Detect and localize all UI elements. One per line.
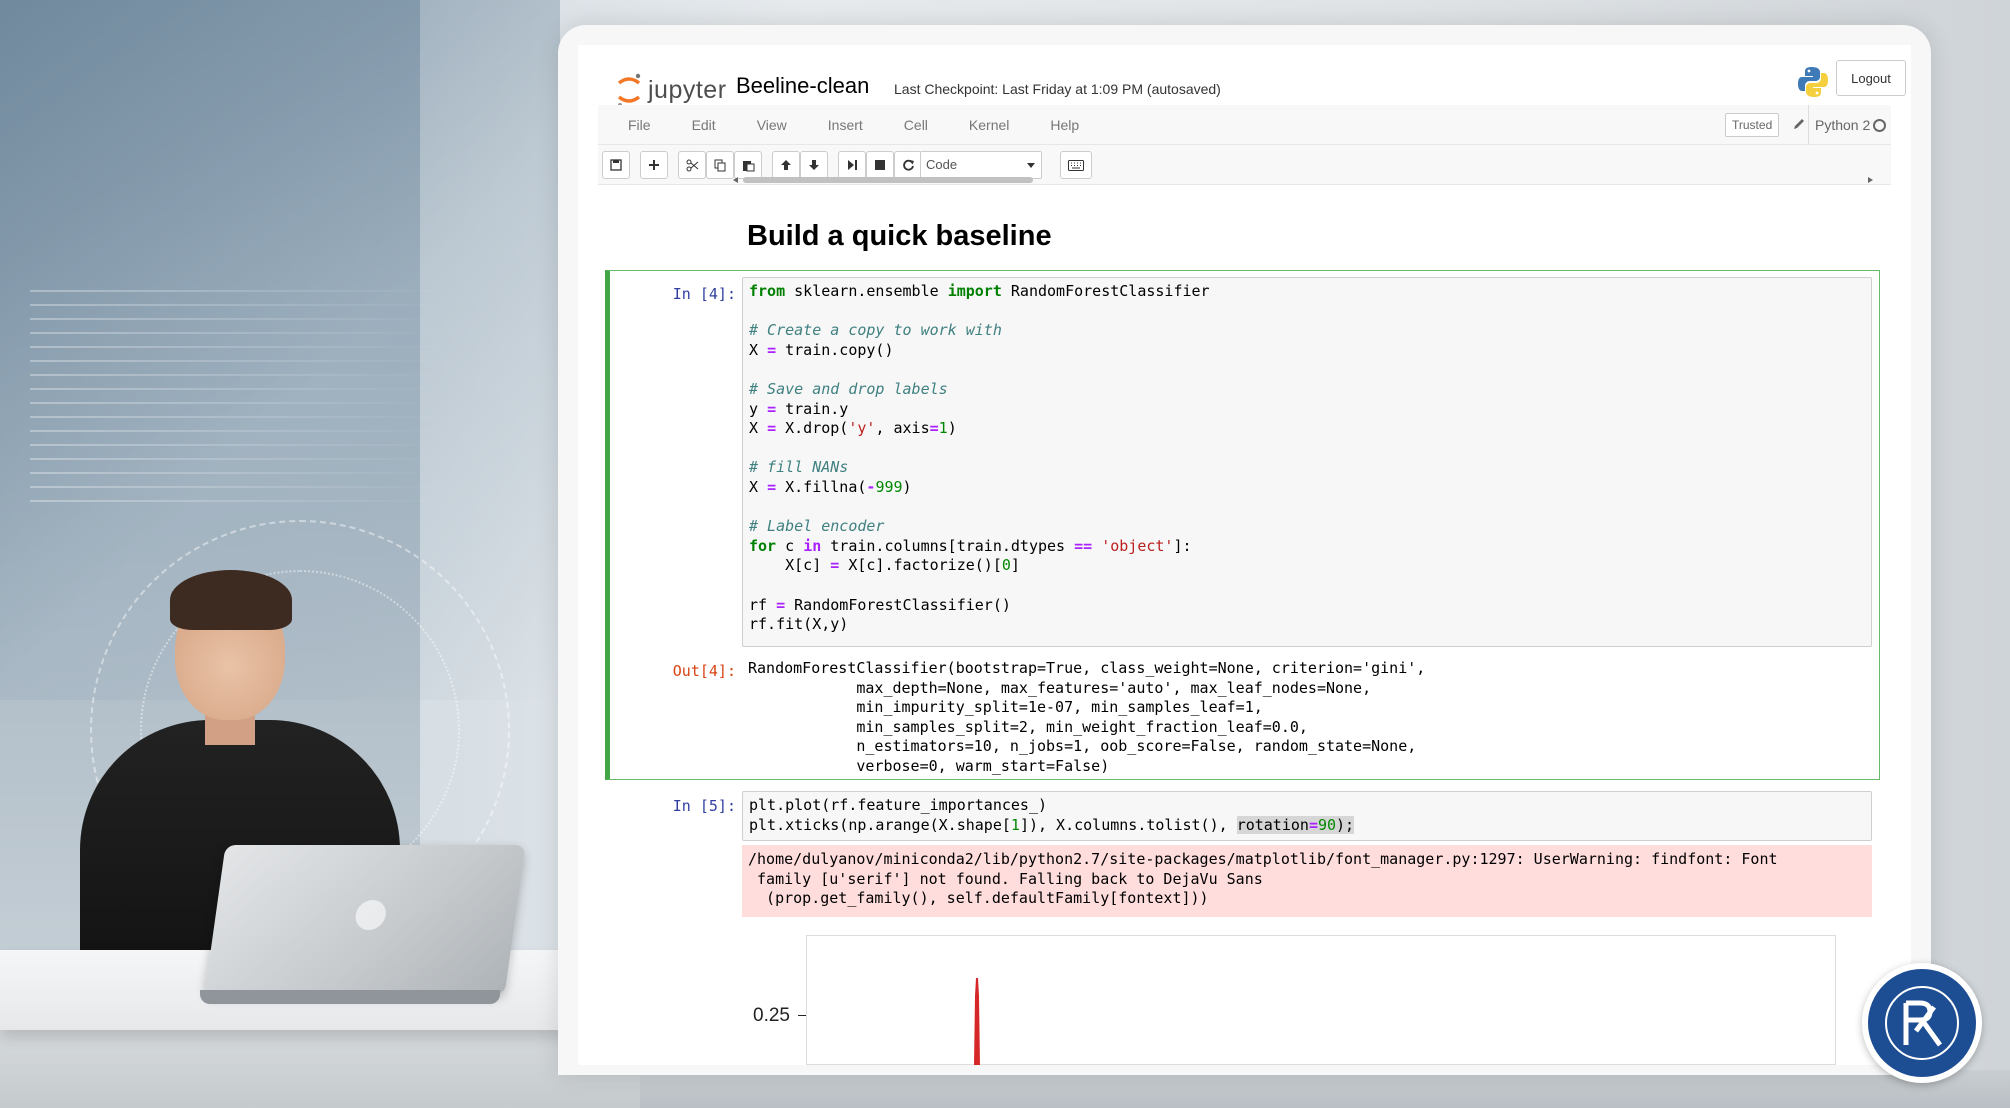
menu-cell[interactable]: Cell [884, 105, 949, 145]
kernel-name[interactable]: Python 2 [1808, 105, 1870, 145]
stop-icon [875, 160, 885, 170]
studio-background-lines [30, 290, 450, 510]
in-prompt-5: In [5]: [672, 797, 736, 815]
scroll-left-icon[interactable] [733, 177, 738, 183]
desk-base [0, 1025, 640, 1108]
cell-4-input[interactable]: from sklearn.ensemble import RandomFores… [742, 277, 1872, 647]
horizontal-scrollbar[interactable] [733, 175, 1873, 183]
cell-5-code[interactable]: plt.plot(rf.feature_importances_) plt.xt… [743, 792, 1871, 839]
save-button[interactable] [602, 151, 630, 179]
out-prompt-4: Out[4]: [672, 662, 736, 680]
cell-4-code[interactable]: from sklearn.ensemble import RandomFores… [743, 278, 1871, 639]
cell-5-input[interactable]: plt.plot(rf.feature_importances_) plt.xt… [742, 791, 1872, 841]
markdown-heading: Build a quick baseline [747, 220, 1052, 252]
python-logo-icon [1798, 67, 1828, 97]
copy-icon [714, 159, 725, 171]
logout-button[interactable]: Logout [1836, 60, 1906, 96]
menu-items: File Edit View Insert Cell Kernel Help [608, 105, 1100, 145]
keyboard-icon [1068, 159, 1084, 171]
cell-5-stderr: /home/dulyanov/miniconda2/lib/python2.7/… [742, 845, 1872, 917]
plot-series-line [974, 977, 980, 1065]
menu-insert[interactable]: Insert [808, 105, 884, 145]
chevron-down-icon [1027, 163, 1035, 168]
jupyter-screen: jupyter Beeline-clean Last Checkpoint: L… [578, 45, 1911, 1065]
feature-importance-plot [974, 977, 980, 1065]
in-prompt-4: In [4]: [672, 285, 736, 303]
laptop [204, 845, 526, 995]
laptop-logo-icon [353, 900, 388, 930]
plot-output [806, 935, 1836, 1065]
menu-view[interactable]: View [737, 105, 808, 145]
copy-button[interactable] [706, 151, 734, 179]
jupyter-logo-icon [617, 73, 641, 107]
university-logo [1862, 963, 1982, 1083]
cut-icon [686, 159, 698, 171]
plot-y-tick-mark [798, 1015, 806, 1016]
university-logo-ring [1868, 969, 1976, 1077]
pencil-icon[interactable] [1792, 117, 1806, 131]
insert-cell-button[interactable] [640, 151, 668, 179]
presenter-hair [170, 570, 292, 630]
jupyter-logo-text: jupyter [648, 75, 727, 104]
menubar: File Edit View Insert Cell Kernel Help T… [598, 105, 1891, 145]
step-forward-icon [848, 160, 857, 170]
cut-button[interactable] [678, 151, 706, 179]
restart-icon [902, 159, 914, 171]
menu-help[interactable]: Help [1030, 105, 1100, 145]
studio-floor [560, 1070, 2010, 1108]
menu-edit[interactable]: Edit [672, 105, 737, 145]
kernel-idle-indicator-icon [1873, 119, 1886, 132]
arrow-down-icon [809, 160, 819, 170]
jupyter-logo[interactable]: jupyter [616, 70, 727, 110]
scrollbar-thumb[interactable] [743, 177, 1033, 183]
paste-icon [742, 160, 754, 171]
laptop-base [200, 990, 500, 1004]
cell-type-value: Code [926, 157, 958, 172]
scroll-right-icon[interactable] [1868, 177, 1873, 183]
cell-4-output: RandomForestClassifier(bootstrap=True, c… [748, 659, 1426, 775]
plot-y-tick-label: 0.25 [753, 1005, 790, 1026]
arrow-up-icon [781, 160, 791, 170]
plus-icon [649, 160, 659, 170]
notebook-name[interactable]: Beeline-clean [736, 73, 869, 99]
checkpoint-status: Last Checkpoint: Last Friday at 1:09 PM … [894, 81, 1221, 97]
menu-file[interactable]: File [608, 105, 672, 145]
trusted-badge[interactable]: Trusted [1725, 113, 1780, 137]
stderr-text: /home/dulyanov/miniconda2/lib/python2.7/… [748, 850, 1778, 908]
save-icon [610, 159, 622, 171]
university-emblem-icon [1885, 986, 1959, 1060]
menu-kernel[interactable]: Kernel [949, 105, 1030, 145]
